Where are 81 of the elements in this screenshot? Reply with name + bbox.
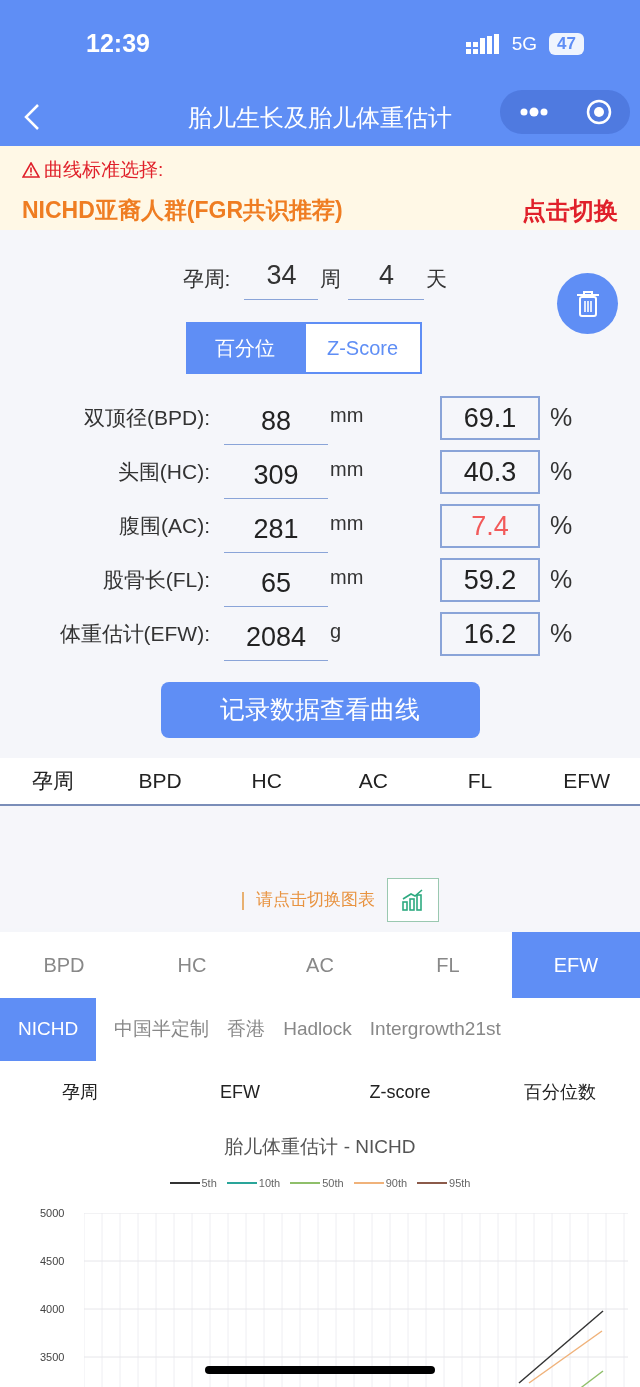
measurement-label: 股骨长(FL): xyxy=(101,567,211,594)
metric-tab[interactable]: EFW xyxy=(512,932,640,998)
page-title: 胎儿生长及胎儿体重估计 xyxy=(187,103,453,133)
close-icon[interactable] xyxy=(585,99,612,125)
weeks-field[interactable]: 34 xyxy=(244,254,319,300)
bar-chart-icon xyxy=(400,889,425,911)
unit-label: mm xyxy=(330,511,365,536)
column-header: HC xyxy=(250,768,283,795)
unit-label: mm xyxy=(330,403,365,428)
percentile-value: 40.3 xyxy=(440,450,540,494)
delete-button[interactable] xyxy=(557,273,618,334)
mode-tab[interactable]: Z-Score xyxy=(303,322,422,374)
axis-tick-label: 3500 xyxy=(40,1350,65,1365)
standard-tab[interactable]: 中国半定制 xyxy=(114,998,210,1061)
axis-tick-label: 4000 xyxy=(40,1302,65,1317)
battery-indicator: 47 xyxy=(549,33,584,55)
measurement-label: 双顶径(BPD): xyxy=(83,405,211,432)
measurement-label: 腹围(AC): xyxy=(118,513,211,540)
column-header: EFW xyxy=(562,768,611,795)
trash-icon xyxy=(574,289,601,318)
metric-tab[interactable]: HC xyxy=(128,932,256,998)
column-header: BPD xyxy=(137,768,183,795)
days-field[interactable]: 4 xyxy=(348,254,425,300)
unit-label: mm xyxy=(330,457,365,482)
legend-label: 95th xyxy=(449,1176,471,1191)
percentile-value: 69.1 xyxy=(440,396,540,440)
percent-sign: % xyxy=(550,456,573,488)
column-header: FL xyxy=(466,768,494,795)
measurement-label: 头围(HC): xyxy=(116,459,211,486)
column-header: AC xyxy=(357,768,389,795)
gestation-label: 孕周: xyxy=(182,265,231,292)
axis-tick-label: 4500 xyxy=(40,1254,65,1269)
measurement-field[interactable]: 88 xyxy=(224,401,328,445)
metric-tab[interactable]: AC xyxy=(256,932,384,998)
percentile-value: 16.2 xyxy=(440,612,540,656)
unit-label: g xyxy=(330,619,343,644)
standard-tab[interactable]: NICHD xyxy=(0,998,97,1061)
chart-toggle-button[interactable] xyxy=(386,878,439,922)
measurement-field[interactable]: 65 xyxy=(224,563,328,607)
notice-label: 曲线标准选择: xyxy=(44,158,164,182)
chart-title: 胎儿体重估计 - NICHD xyxy=(223,1135,417,1159)
percent-sign: % xyxy=(550,618,573,650)
warning-icon xyxy=(22,162,40,179)
percent-sign: % xyxy=(550,402,573,434)
signal-icon xyxy=(465,34,500,54)
weeks-unit: 周 xyxy=(320,265,342,292)
percentile-value: 7.4 xyxy=(440,504,540,548)
column-header: 孕周 xyxy=(31,768,76,795)
percentile-value: 59.2 xyxy=(440,558,540,602)
legend-label: 90th xyxy=(385,1176,408,1191)
more-icon[interactable] xyxy=(518,107,549,117)
network-label: 5G xyxy=(511,31,538,56)
column-header: 孕周 xyxy=(61,1080,99,1104)
measurement-label: 体重估计(EFW): xyxy=(58,621,211,648)
metric-tab[interactable]: BPD xyxy=(0,932,128,998)
standard-tab[interactable]: 香港 xyxy=(227,998,266,1061)
mode-tab[interactable]: 百分位 xyxy=(185,322,304,374)
column-header: Z-score xyxy=(368,1080,432,1104)
measurement-field[interactable]: 2084 xyxy=(224,617,328,661)
legend-label: 50th xyxy=(322,1176,344,1191)
standard-tab[interactable]: Hadlock xyxy=(283,998,352,1061)
column-header: 百分位数 xyxy=(523,1080,597,1104)
curve-standard: NICHD亚裔人群(FGR共识推荐) xyxy=(22,196,343,226)
record-button[interactable]: 记录数据查看曲线 xyxy=(160,682,480,738)
column-header: EFW xyxy=(219,1080,261,1104)
chart-hint: 请点击切换图表 xyxy=(255,888,375,911)
status-time: 12:39 xyxy=(86,28,150,60)
legend-label: 5th xyxy=(201,1176,217,1191)
measurement-field[interactable]: 309 xyxy=(224,455,328,499)
legend-label: 10th xyxy=(258,1176,281,1191)
switch-link[interactable]: 点击切换 xyxy=(522,192,618,229)
days-unit: 天 xyxy=(426,265,448,292)
standard-tab[interactable]: Intergrowth21st xyxy=(369,998,501,1061)
measurement-field[interactable]: 281 xyxy=(224,509,328,553)
axis-tick-label: 5000 xyxy=(40,1206,65,1221)
percent-sign: % xyxy=(550,564,573,596)
percent-sign: % xyxy=(550,510,573,542)
metric-tab[interactable]: FL xyxy=(384,932,512,998)
back-icon[interactable] xyxy=(22,102,42,132)
unit-label: mm xyxy=(330,565,365,590)
hint-marker xyxy=(241,892,244,910)
